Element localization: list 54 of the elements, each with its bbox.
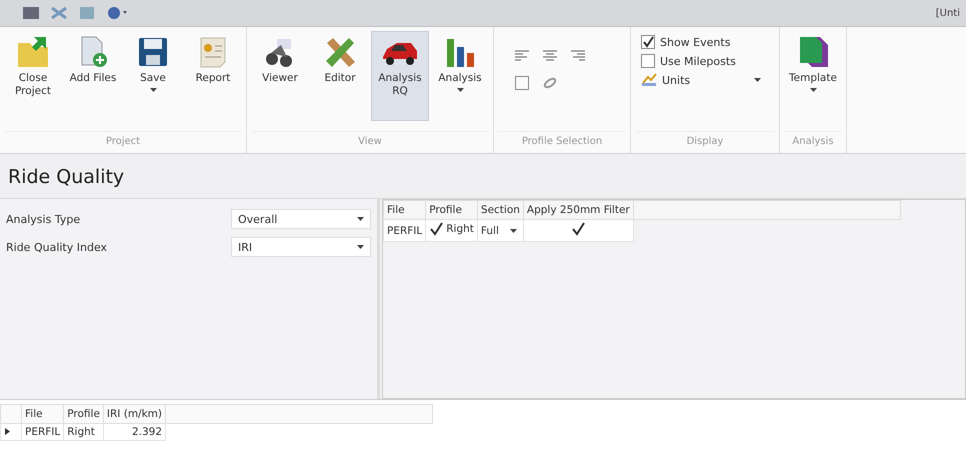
column-header: File [22,404,64,424]
caret-icon [357,217,364,221]
checkbox[interactable] [641,35,655,49]
ribbon-button[interactable]: Editor [311,31,369,121]
setting-label: Analysis Type [6,212,80,226]
section-dropdown-cell[interactable]: Full [477,220,524,242]
ribbon-button[interactable]: Report [184,31,242,121]
table-cell: PERFIL [384,220,426,242]
column-header: Profile [64,404,104,424]
table-cell: PERFIL [22,424,64,440]
align-right-icon[interactable] [570,49,586,63]
folder-icon [16,35,50,69]
dropdown-field[interactable]: IRI [231,237,371,257]
align-center-icon[interactable] [542,49,558,63]
checkbox-label[interactable]: Show Events [660,36,730,48]
profile-value: Right [446,223,474,235]
group-label: Profile Selection [498,131,626,153]
ribbon-button[interactable]: Analysis [431,31,489,121]
ribbon-button[interactable]: Template [784,31,842,121]
square-icon[interactable] [514,75,530,91]
table-cell: 2.392 [103,424,166,440]
table-cell: Right [64,424,104,440]
checkbox[interactable] [571,222,586,236]
units-dropdown[interactable]: Units [641,73,761,87]
group-label: Project [4,131,242,153]
align-left-icon[interactable] [514,49,530,63]
page-title: Ride Quality [7,165,126,190]
ribbon-button[interactable]: Analysis RQ [371,31,429,121]
caret-icon [810,88,816,92]
column-header: Section [477,200,524,220]
checkbox-label[interactable]: Use Mileposts [660,54,736,68]
window-title: [Unti [936,8,960,18]
setting-label: Ride Quality Index [6,240,108,254]
group-label: View [251,131,489,153]
column-header: File [384,200,426,220]
column-header: IRI (m/km) [103,404,166,424]
ruler-chart-icon [641,73,657,87]
column-header: Profile [426,200,478,220]
caret-icon [754,78,761,82]
ribbon-button[interactable]: Save [124,31,182,121]
caret-icon [357,245,364,249]
checkbox[interactable] [429,222,444,236]
ribbon-button[interactable]: Close Project [4,31,62,121]
link-icon[interactable] [542,75,558,91]
dropdown-field[interactable]: Overall [231,209,371,229]
column-header: Apply 250mm Filter [523,200,634,220]
caret-icon [510,228,517,232]
group-label: Analysis [784,131,842,153]
caret-icon [456,88,464,92]
checkbox[interactable] [641,54,655,68]
ribbon-button[interactable]: Add Files [64,31,122,121]
ribbon-button[interactable]: Viewer [251,31,309,121]
group-label: Display [635,131,775,153]
caret-icon [150,88,156,92]
